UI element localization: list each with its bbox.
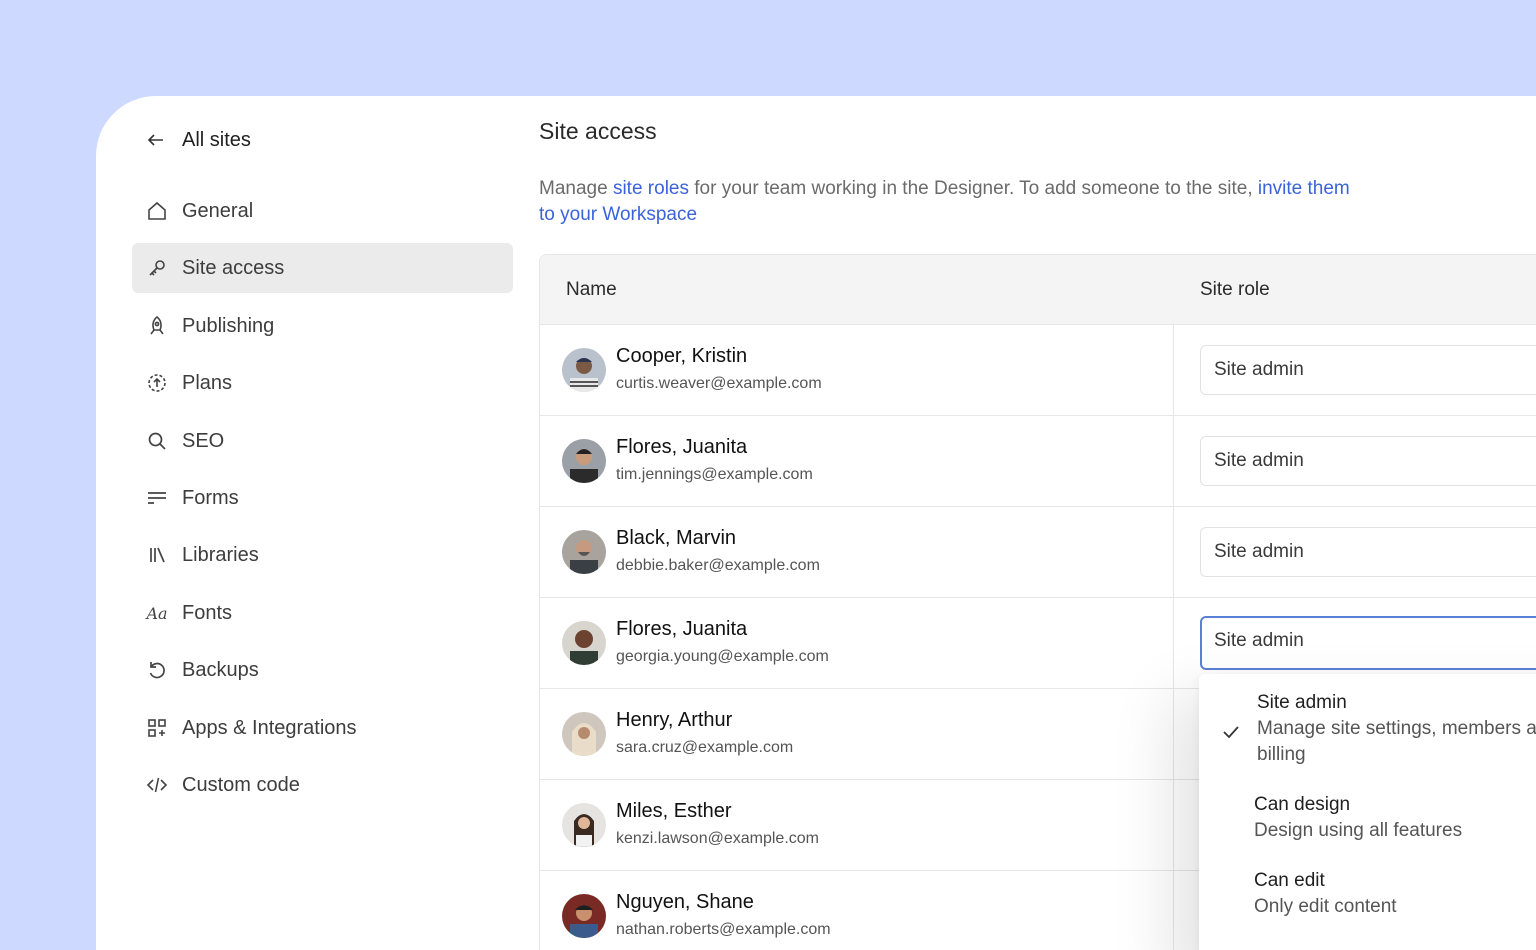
sidebar-item-label: Apps & Integrations — [182, 716, 357, 739]
option-title: Site admin — [1257, 692, 1347, 713]
sidebar-item-apps[interactable]: Apps & Integrations — [132, 703, 513, 753]
role-option-can-edit[interactable]: Can edit Only edit content — [1254, 870, 1536, 920]
back-label: All sites — [182, 128, 251, 151]
column-header-role: Site role — [1200, 279, 1270, 300]
avatar — [562, 803, 606, 847]
backup-icon — [146, 659, 168, 681]
member-email: tim.jennings@example.com — [616, 466, 813, 483]
sidebar-item-label: Publishing — [182, 314, 275, 337]
avatar — [562, 621, 606, 665]
member-name: Black, Marvin — [616, 527, 737, 549]
sidebar-item-general[interactable]: General — [132, 186, 513, 236]
member-name: Nguyen, Shane — [616, 891, 754, 913]
table-row: Cooper, Kristin curtis.weaver@example.co… — [540, 325, 1536, 416]
member-name: Cooper, Kristin — [616, 345, 748, 367]
option-description: Only edit content — [1254, 896, 1397, 917]
sidebar-item-forms[interactable]: Forms — [132, 473, 513, 523]
avatar — [562, 712, 606, 756]
page-title: Site access — [539, 118, 657, 144]
option-title: Can edit — [1254, 870, 1325, 891]
fonts-icon: Aa — [146, 603, 168, 623]
option-description: Manage site settings, members and billin… — [1257, 718, 1536, 765]
role-select[interactable]: Site admin — [1200, 616, 1536, 670]
sidebar-item-label: Plans — [182, 371, 233, 394]
member-email: curtis.weaver@example.com — [616, 375, 822, 392]
sidebar-item-publishing[interactable]: Publishing — [132, 301, 513, 351]
avatar — [562, 439, 606, 483]
desc-text: Manage — [539, 178, 613, 199]
libraries-icon — [146, 544, 168, 566]
option-description: Design using all features — [1254, 820, 1463, 841]
table-row: Black, Marvin debbie.baker@example.com S… — [540, 507, 1536, 598]
role-dropdown: Site admin Manage site settings, members… — [1199, 674, 1536, 950]
member-email: sara.cruz@example.com — [616, 739, 794, 756]
role-select[interactable]: Site admin — [1200, 436, 1536, 486]
role-select[interactable]: Site admin — [1200, 527, 1536, 577]
apps-icon — [146, 717, 168, 739]
sidebar-item-backups[interactable]: Backups — [132, 645, 513, 695]
role-option-site-admin[interactable]: Site admin Manage site settings, members… — [1257, 692, 1536, 768]
member-email: kenzi.lawson@example.com — [616, 830, 819, 847]
sidebar-item-label: Forms — [182, 486, 239, 509]
code-icon — [146, 774, 168, 796]
settings-window: All sites General Site access Publishing… — [96, 96, 1536, 950]
sidebar-item-label: SEO — [182, 429, 225, 452]
rocket-icon — [146, 315, 168, 337]
sidebar-item-label: Site access — [182, 256, 285, 279]
home-icon — [146, 200, 168, 222]
search-icon — [146, 430, 168, 452]
desc-text: for your team working in the Designer. T… — [688, 178, 1258, 199]
table-header: Name Site role — [540, 255, 1536, 325]
sidebar-item-seo[interactable]: SEO — [132, 416, 513, 466]
key-icon — [146, 257, 168, 279]
table-row: Flores, Juanita tim.jennings@example.com… — [540, 416, 1536, 507]
arrow-left-icon — [147, 134, 163, 146]
sidebar-item-label: Fonts — [182, 601, 233, 624]
plans-icon — [146, 372, 168, 394]
sidebar-item-custom-code[interactable]: Custom code — [132, 760, 513, 810]
page-description: Manage site roles for your team working … — [539, 176, 1369, 228]
sidebar: All sites General Site access Publishing… — [96, 96, 536, 950]
sidebar-item-libraries[interactable]: Libraries — [132, 530, 513, 580]
avatar — [562, 348, 606, 392]
sidebar-item-label: Backups — [182, 658, 259, 681]
avatar — [562, 894, 606, 938]
sidebar-item-site-access[interactable]: Site access — [132, 243, 513, 293]
member-name: Henry, Arthur — [616, 709, 733, 731]
member-name: Flores, Juanita — [616, 618, 748, 640]
sidebar-item-label: General — [182, 199, 254, 222]
avatar — [562, 530, 606, 574]
check-icon — [1223, 726, 1239, 739]
site-roles-link[interactable]: site roles — [613, 178, 689, 199]
member-email: debbie.baker@example.com — [616, 557, 820, 574]
sidebar-item-label: Libraries — [182, 543, 259, 566]
sidebar-item-plans[interactable]: Plans — [132, 358, 513, 408]
member-name: Flores, Juanita — [616, 436, 748, 458]
option-title: Can design — [1254, 794, 1351, 815]
back-to-all-sites[interactable]: All sites — [146, 126, 251, 154]
sidebar-item-label: Custom code — [182, 773, 300, 796]
member-email: nathan.roberts@example.com — [616, 921, 831, 938]
member-name: Miles, Esther — [616, 800, 732, 822]
role-option-can-design[interactable]: Can design Design using all features — [1254, 794, 1536, 844]
forms-icon — [146, 487, 168, 509]
role-select[interactable]: Site admin — [1200, 345, 1536, 395]
column-header-name: Name — [566, 279, 617, 300]
sidebar-item-fonts[interactable]: Aa Fonts — [132, 588, 513, 638]
member-email: georgia.young@example.com — [616, 648, 829, 665]
